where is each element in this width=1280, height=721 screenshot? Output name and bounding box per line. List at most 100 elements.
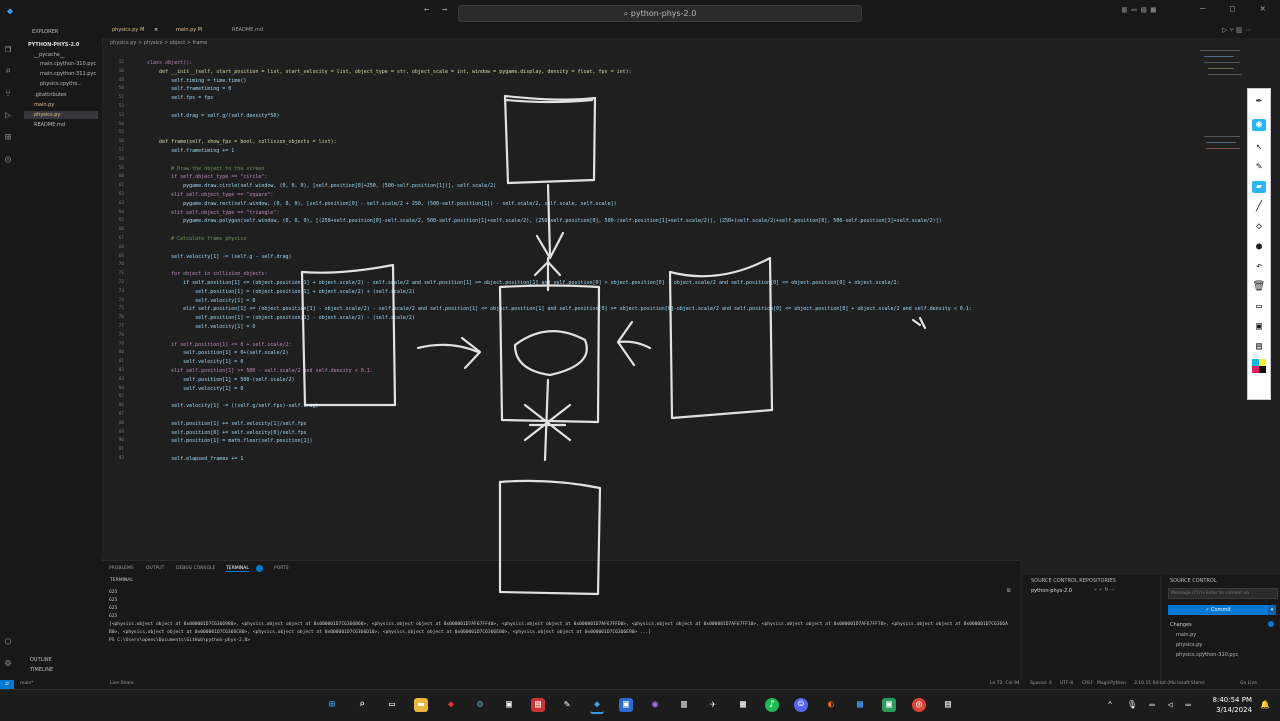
explorer-item[interactable]: physics.cpytho... [40,81,82,87]
line-icon[interactable]: ╱ [1252,201,1266,213]
tab-ports[interactable]: PORTS [274,566,289,571]
extensions-icon[interactable]: ⊞ [5,132,11,143]
layout-toggle-icon[interactable]: ▥ ▭ ▤ ▦ [1122,5,1156,14]
tab-close-icon[interactable]: × [154,27,158,33]
code-line[interactable]: self.position[0] += self.velocity[0]/sel… [147,430,306,436]
app-icon[interactable]: ▣ [882,698,896,712]
explorer-item[interactable]: physics.py [34,112,60,118]
trash-icon[interactable]: 🗑 [1252,281,1266,293]
code-line[interactable]: # Draw the object to the screen [147,166,264,172]
search-icon[interactable]: ⌕ [5,66,11,77]
back-arrow-icon[interactable]: ← [424,5,429,15]
tray-chevron-icon[interactable]: ⌃ [1103,698,1117,712]
clipboard-icon[interactable]: ▤ [1252,341,1266,353]
files-icon[interactable]: ❐ [5,44,11,55]
code-line[interactable]: elif self.position[1] >= 500 - self.scal… [147,368,373,374]
eol-status[interactable]: CRLF [1082,681,1093,686]
code-line[interactable]: elif self.object_type == "square": [147,192,273,198]
code-line[interactable]: self.position[1] = math.floor(self.posit… [147,438,313,444]
code-line[interactable]: self.velocity[1] = 0 [147,386,243,392]
code-line[interactable]: if self.position[1] <= 0 + self.scale/2: [147,342,291,348]
tab-main[interactable]: main.py M [176,27,202,33]
notification-icon[interactable]: 🔔 [1258,698,1272,712]
search-icon[interactable]: ⌕ [355,698,369,712]
eraser-icon[interactable]: ◇ [1252,221,1266,233]
commit-message-input[interactable]: Message (Ctrl+Enter to commit on... [1168,588,1278,599]
tab-physics[interactable]: physics.py M [112,27,144,33]
changes-group[interactable]: Changes [1170,622,1192,628]
code-line[interactable]: self.position[1] = 500-(self.scale/2) [147,377,294,383]
code-line[interactable]: class object(): [147,60,192,66]
code-line[interactable]: self.fps = fps [147,95,213,101]
code-line[interactable]: def __init__(self, start_position = list… [147,69,632,75]
explorer-item[interactable]: README.md [34,122,65,128]
code-line[interactable]: self.position[1] += self.velocity[1]/sel… [147,421,306,427]
volume-icon[interactable]: ◁ [1163,698,1177,712]
screen-icon[interactable]: ▭ [1252,301,1266,313]
highlighter-icon[interactable]: ▰ [1252,181,1266,193]
branch-status[interactable]: main* [20,681,34,686]
code-line[interactable]: self.velocity[1] = 0 [147,298,255,304]
code-line[interactable]: self.frametiming += 1 [147,148,234,154]
account-icon[interactable]: ◯ [5,636,11,647]
app-icon[interactable]: ▥ [677,698,691,712]
code-line[interactable]: self.velocity[1] -= ((self.g/self.fps)-s… [147,403,319,409]
app-icon[interactable]: ▣ [619,698,633,712]
microphone-icon[interactable]: 🎙 [1125,698,1139,712]
code-line[interactable]: pygame.draw.rect(self.window, (0, 0, 0),… [147,201,617,207]
code-line[interactable]: self.velocity[1] -= (self.g - self.drag) [147,254,291,260]
timeline-section[interactable]: TIMELINE [30,667,53,673]
indentation-status[interactable]: Spaces: 4 [1030,681,1052,686]
windows-start-icon[interactable]: ⊞ [325,698,339,712]
undo-icon[interactable]: ↶ [1252,261,1266,273]
pencil-icon[interactable]: ✎ [1252,161,1266,173]
color-swatch-magenta[interactable] [1252,366,1259,373]
code-line[interactable]: self.timing = time.time() [147,78,246,84]
code-line[interactable]: self.elapsed_frames += 1 [147,456,243,462]
code-line[interactable]: pygame.draw.circle(self.window, (0, 0, 0… [147,183,496,189]
capture-icon[interactable]: ▣ [1252,321,1266,333]
vscode-icon[interactable]: ◆ [590,698,604,714]
workspace-root[interactable]: PYTHON-PHYS-2.0 [28,42,79,48]
terminal-output[interactable]: 625 625 625 625 [<physics.object object … [109,589,1009,645]
code-line[interactable]: for object in collision_objects: [147,271,267,277]
network-icon[interactable]: ▭ [1145,698,1159,712]
interpreter-status[interactable]: 3.10.11 64-bit (Microsoft Store) [1134,681,1205,686]
maximize-icon[interactable]: □ [1230,4,1235,13]
taskbar-clock[interactable]: 8:40:54 PM 3/14/2024 [1213,695,1252,715]
code-line[interactable]: pygame.draw.polygon(self.window, (0, 0, … [147,218,942,224]
command-center-search[interactable]: ⌕ python-phys-2.0 [458,5,862,22]
minimap[interactable] [1198,46,1248,558]
explorer-item[interactable]: .gitattributes [34,92,67,98]
obs-icon[interactable]: ◉ [648,698,662,712]
cursor-position[interactable]: Ln 72, Col 94 [990,681,1020,686]
spotify-icon[interactable]: ♪ [765,698,779,712]
code-line[interactable]: self.drag = self.g/(self.density*50) [147,113,279,119]
dot-icon[interactable]: ● [1252,241,1266,253]
chrome-icon[interactable]: ◎ [912,698,926,712]
minimize-icon[interactable]: – [1200,4,1205,14]
code-editor[interactable]: 15 class object(): 16 def __init__(self, s… [102,46,1198,558]
outline-section[interactable]: OUTLINE [30,657,52,663]
color-swatch-black[interactable] [1259,366,1266,373]
eye-icon[interactable]: ◉ [1252,119,1266,131]
forward-arrow-icon[interactable]: → [442,5,447,15]
commit-dropdown-icon[interactable]: ▾ [1268,605,1276,615]
battery-icon[interactable]: ▭ [1181,698,1195,712]
gear-icon[interactable]: ⚙ [5,658,11,669]
close-icon[interactable]: ✕ [1260,4,1265,14]
terminal-icon[interactable]: ▣ [502,698,516,712]
tab-debug-console[interactable]: DEBUG CONSOLE [176,566,215,571]
source-control-icon[interactable]: ⑂ [5,88,11,99]
file-explorer-icon[interactable]: ▬ [414,698,428,712]
code-line[interactable]: if self.position[1] <= (object.position[… [147,280,899,286]
branch-icon[interactable]: ⑂ ✓ ↻ ⋯ [1094,587,1115,593]
code-line[interactable]: if self.object_type == "circle": [147,174,267,180]
app-icon[interactable]: ◐ [824,698,838,712]
task-view-icon[interactable]: ▭ [385,698,399,712]
language-status[interactable]: MagicPython [1097,681,1126,686]
code-line[interactable]: self.frametiming = 0 [147,86,231,92]
terminal-prompt[interactable]: PS C:\Users\openc\Documents\GitHub\pytho… [109,637,1009,645]
remote-indicator-icon[interactable]: ⇄ [0,680,14,689]
app-icon[interactable]: ✈ [706,698,720,712]
